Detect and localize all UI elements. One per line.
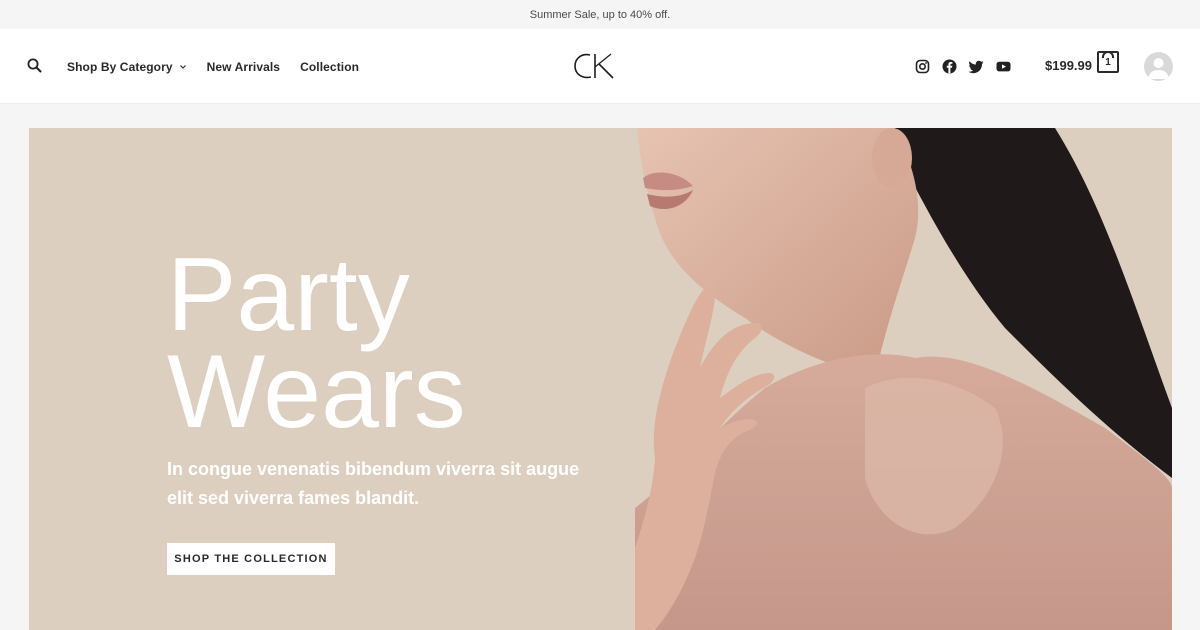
cart-bag-icon[interactable]: 1 (1097, 51, 1119, 73)
hero-banner: Party Wears In congue venenatis bibendum… (29, 128, 1172, 630)
twitter-icon[interactable] (968, 58, 985, 75)
cart-count: 1 (1105, 56, 1111, 68)
hero-title: Party Wears (167, 237, 466, 450)
avatar[interactable] (1144, 52, 1173, 81)
nav-new-arrivals[interactable]: New Arrivals (207, 60, 280, 74)
nav-collection[interactable]: Collection (300, 60, 359, 74)
youtube-icon[interactable] (995, 58, 1012, 75)
nav-shop-by-category[interactable]: Shop By Category (67, 60, 187, 74)
facebook-icon[interactable] (941, 58, 958, 75)
site-header: Shop By Category New Arrivals Collection (0, 29, 1200, 104)
hero-model-photo (635, 128, 1172, 630)
chevron-down-icon (179, 64, 186, 69)
cart-total[interactable]: $199.99 (1045, 58, 1092, 73)
instagram-icon[interactable] (914, 58, 931, 75)
brand-logo[interactable] (573, 49, 617, 83)
announcement-text: Summer Sale, up to 40% off. (529, 8, 671, 21)
hero-title-line2: Wears (167, 334, 466, 450)
nav-shop-by-category-label: Shop By Category (67, 59, 173, 74)
nav-collection-label: Collection (300, 59, 360, 74)
social-links (914, 58, 1022, 75)
search-icon[interactable] (26, 57, 44, 75)
user-icon (1148, 58, 1169, 79)
main-nav: Shop By Category New Arrivals Collection (67, 29, 379, 104)
shop-the-collection-button[interactable]: SHOP THE COLLECTION (167, 543, 335, 575)
announcement-bar: Summer Sale, up to 40% off. (0, 0, 1200, 29)
logo-mark (574, 53, 614, 79)
hero-subtitle: In congue venenatis bibendum viverra sit… (167, 459, 580, 508)
nav-new-arrivals-label: New Arrivals (206, 59, 281, 74)
hero-title-line1: Party (167, 237, 410, 353)
